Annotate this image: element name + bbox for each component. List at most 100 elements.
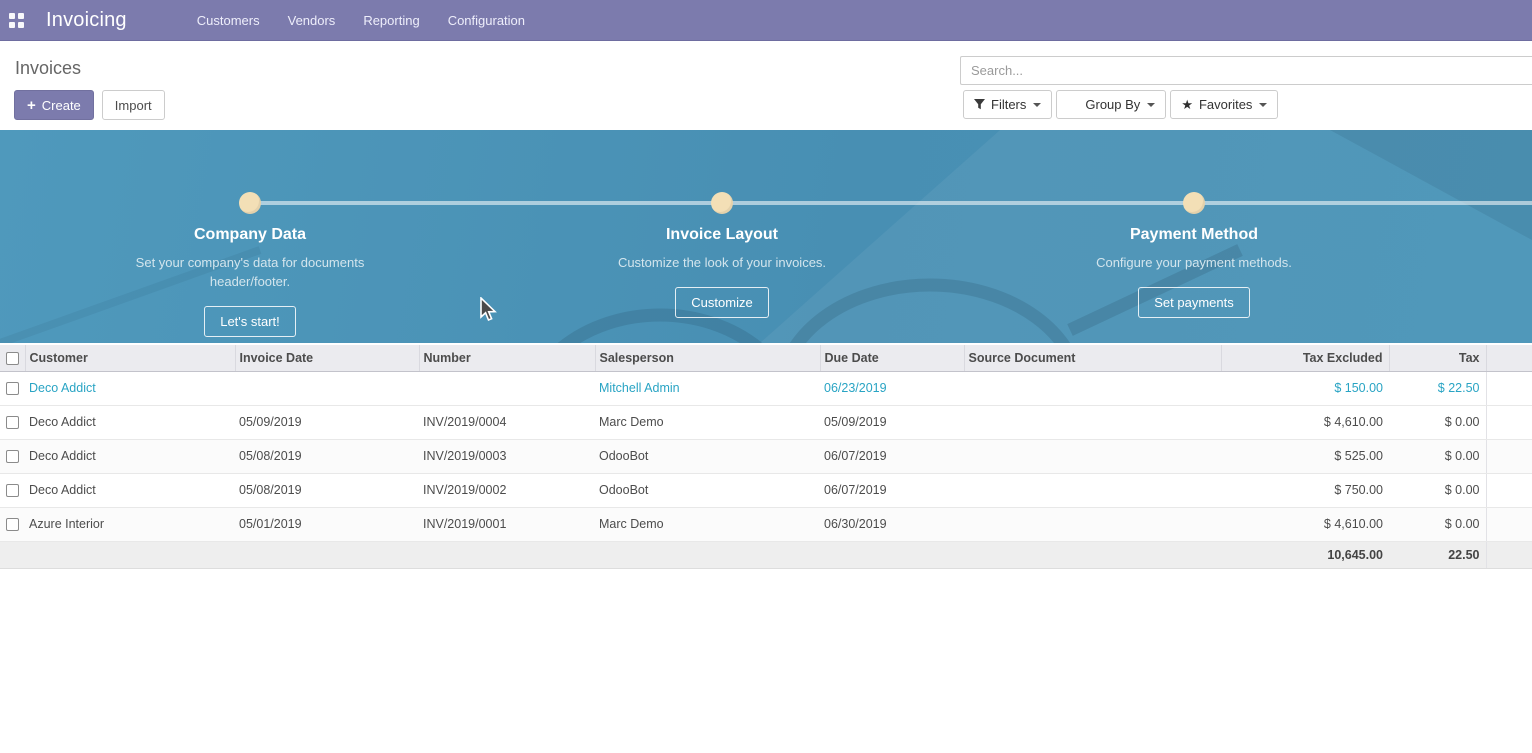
header-tax[interactable]: Tax [1389, 345, 1486, 371]
header-source-document[interactable]: Source Document [964, 345, 1221, 371]
cell-invoice-date: 05/01/2019 [235, 507, 419, 541]
table-footer-row: 10,645.00 22.50 [0, 541, 1532, 568]
row-checkbox[interactable] [6, 416, 19, 429]
cell-source-document [964, 439, 1221, 473]
cell-source-document [964, 405, 1221, 439]
apps-grid-icon[interactable] [9, 13, 24, 28]
app-title[interactable]: Invoicing [46, 9, 127, 32]
table-header-row: Customer Invoice Date Number Salesperson… [0, 345, 1532, 371]
cell-number [419, 371, 595, 405]
footer-tax-excluded-total: 10,645.00 [1221, 541, 1389, 568]
cell-invoice-date: 05/08/2019 [235, 439, 419, 473]
table-row[interactable]: Deco Addict Mitchell Admin 06/23/2019 $ … [0, 371, 1532, 405]
cell-customer: Azure Interior [25, 507, 235, 541]
cell-tax-excluded: $ 150.00 [1221, 371, 1389, 405]
plus-icon: + [27, 97, 36, 114]
chevron-down-icon [1147, 103, 1155, 107]
header-customer[interactable]: Customer [25, 345, 235, 371]
table-row[interactable]: Azure Interior 05/01/2019 INV/2019/0001 … [0, 507, 1532, 541]
cell-number: INV/2019/0004 [419, 405, 595, 439]
cell-invoice-date: 05/09/2019 [235, 405, 419, 439]
cell-tax: $ 0.00 [1389, 473, 1486, 507]
cell-customer: Deco Addict [25, 371, 235, 405]
cell-source-document [964, 371, 1221, 405]
top-menu: Customers Vendors Reporting Configuratio… [183, 1, 539, 40]
control-panel: Invoices + Create Import Filters Group B… [0, 41, 1532, 130]
favorites-label: Favorites [1199, 97, 1252, 112]
import-button[interactable]: Import [102, 90, 165, 120]
menu-customers[interactable]: Customers [183, 1, 274, 40]
group-by-label: Group By [1085, 97, 1140, 112]
customize-button[interactable]: Customize [675, 287, 768, 318]
row-checkbox[interactable] [6, 450, 19, 463]
table-row[interactable]: Deco Addict 05/08/2019 INV/2019/0002 Odo… [0, 473, 1532, 507]
cell-invoice-date: 05/08/2019 [235, 473, 419, 507]
step-description: Configure your payment methods. [1064, 253, 1324, 272]
chevron-down-icon [1033, 103, 1041, 107]
favorites-button[interactable]: ★ Favorites [1170, 90, 1278, 119]
cell-due-date: 06/30/2019 [820, 507, 964, 541]
onboarding-step-company-data: Company Data Set your company's data for… [50, 190, 450, 337]
cell-tax-excluded: $ 4,610.00 [1221, 507, 1389, 541]
cell-tax: $ 22.50 [1389, 371, 1486, 405]
cell-tax: $ 0.00 [1389, 507, 1486, 541]
select-all-checkbox-cell [0, 345, 25, 371]
table-row[interactable]: Deco Addict 05/09/2019 INV/2019/0004 Mar… [0, 405, 1532, 439]
step-description: Customize the look of your invoices. [592, 253, 852, 272]
row-checkbox[interactable] [6, 382, 19, 395]
cell-tax-excluded: $ 4,610.00 [1221, 405, 1389, 439]
cell-customer: Deco Addict [25, 473, 235, 507]
row-checkbox[interactable] [6, 484, 19, 497]
cell-number: INV/2019/0001 [419, 507, 595, 541]
group-by-icon [1067, 102, 1079, 108]
lets-start-button[interactable]: Let's start! [204, 306, 296, 337]
cell-salesperson: Marc Demo [595, 507, 820, 541]
filter-funnel-icon [974, 99, 985, 110]
create-button[interactable]: + Create [14, 90, 94, 120]
cell-source-document [964, 507, 1221, 541]
header-invoice-date[interactable]: Invoice Date [235, 345, 419, 371]
cell-tax: $ 0.00 [1389, 405, 1486, 439]
table-row[interactable]: Deco Addict 05/08/2019 INV/2019/0003 Odo… [0, 439, 1532, 473]
cell-tax-excluded: $ 525.00 [1221, 439, 1389, 473]
cell-customer: Deco Addict [25, 405, 235, 439]
star-icon: ★ [1181, 97, 1193, 113]
select-all-checkbox[interactable] [6, 352, 19, 365]
step-title: Invoice Layout [522, 226, 922, 244]
step-title: Company Data [50, 226, 450, 244]
filters-label: Filters [991, 97, 1026, 112]
page-title: Invoices [15, 58, 81, 79]
filters-button[interactable]: Filters [963, 90, 1052, 119]
header-salesperson[interactable]: Salesperson [595, 345, 820, 371]
group-by-button[interactable]: Group By [1056, 90, 1166, 119]
cell-tax-excluded: $ 750.00 [1221, 473, 1389, 507]
header-tax-excluded[interactable]: Tax Excluded [1221, 345, 1389, 371]
cell-invoice-date [235, 371, 419, 405]
onboarding-step-invoice-layout: Invoice Layout Customize the look of you… [522, 190, 922, 318]
create-button-label: Create [42, 98, 81, 113]
header-number[interactable]: Number [419, 345, 595, 371]
cell-due-date: 06/07/2019 [820, 439, 964, 473]
onboarding-step-payment-method: Payment Method Configure your payment me… [994, 190, 1394, 318]
cell-number: INV/2019/0002 [419, 473, 595, 507]
row-checkbox[interactable] [6, 518, 19, 531]
import-button-label: Import [115, 98, 152, 113]
header-due-date[interactable]: Due Date [820, 345, 964, 371]
cell-due-date: 05/09/2019 [820, 405, 964, 439]
cell-salesperson: Marc Demo [595, 405, 820, 439]
cell-due-date: 06/07/2019 [820, 473, 964, 507]
step-title: Payment Method [994, 226, 1394, 244]
footer-tax-total: 22.50 [1389, 541, 1486, 568]
cell-salesperson: OdooBot [595, 439, 820, 473]
cell-number: INV/2019/0003 [419, 439, 595, 473]
set-payments-button[interactable]: Set payments [1138, 287, 1250, 318]
cell-salesperson: Mitchell Admin [595, 371, 820, 405]
menu-vendors[interactable]: Vendors [274, 1, 350, 40]
menu-configuration[interactable]: Configuration [434, 1, 539, 40]
cell-due-date: 06/23/2019 [820, 371, 964, 405]
cell-source-document [964, 473, 1221, 507]
top-navbar: Invoicing Customers Vendors Reporting Co… [0, 0, 1532, 41]
search-input[interactable] [960, 56, 1532, 85]
menu-reporting[interactable]: Reporting [349, 1, 433, 40]
cell-salesperson: OdooBot [595, 473, 820, 507]
